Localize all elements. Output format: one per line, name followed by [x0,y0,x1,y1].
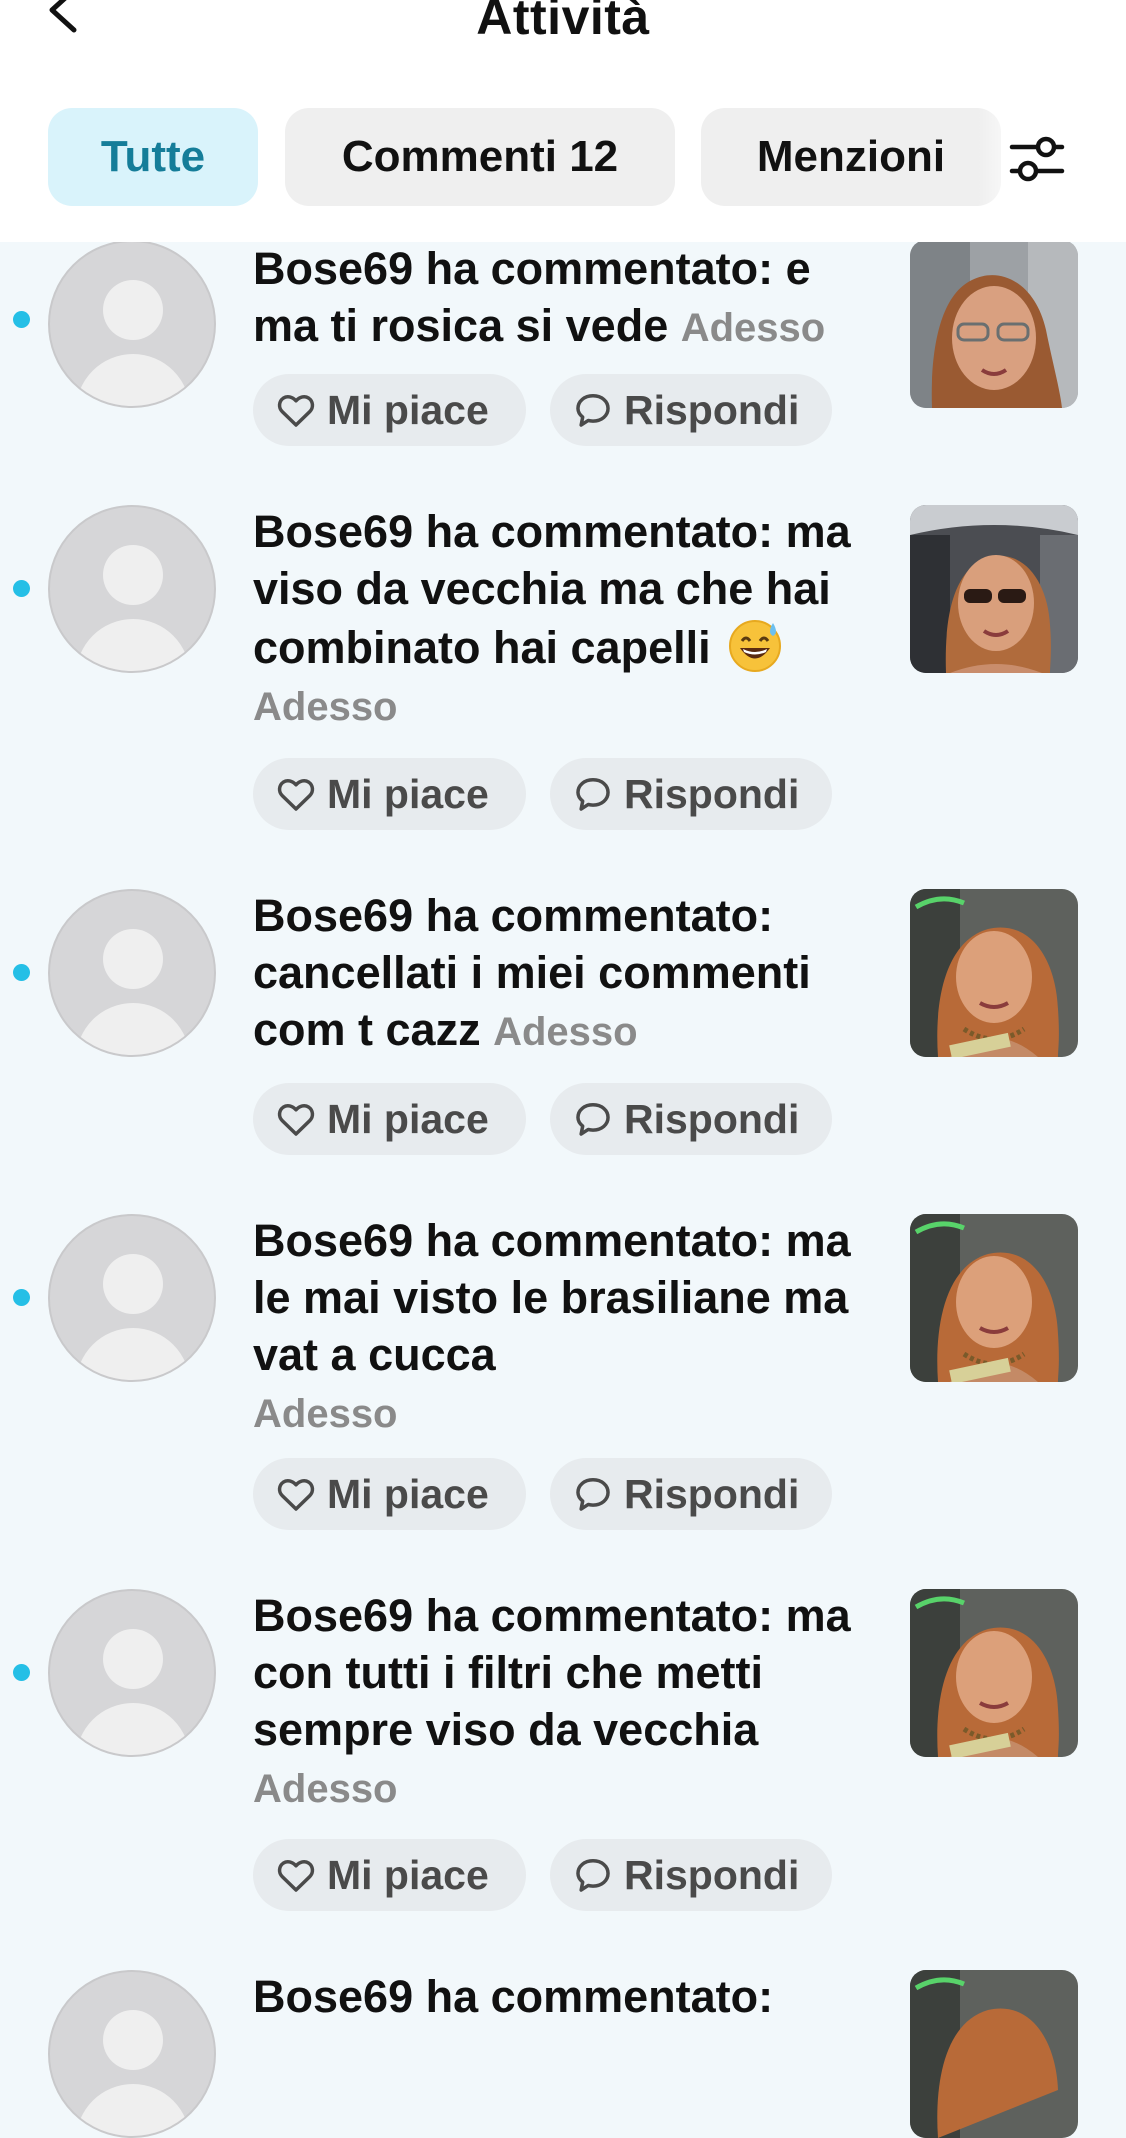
comment-actions: Mi piace Rispondi [253,1839,853,1911]
post-thumbnail[interactable] [910,1970,1078,2138]
unread-dot [13,1289,30,1306]
sliders-icon[interactable] [1008,130,1066,188]
heart-icon [277,1479,315,1511]
reply-label: Rispondi [624,386,800,433]
heart-icon [277,1860,315,1892]
grinning-sweat-emoji-icon [729,620,782,672]
post-thumbnail[interactable] [910,1214,1078,1382]
timestamp: Adesso [493,1010,638,1054]
comment-text: Bose69 ha commentato: cancellati i miei … [253,887,883,1061]
reply-button[interactable]: Rispondi [550,1083,832,1155]
like-label: Mi piace [327,1095,489,1142]
post-thumbnail[interactable] [910,240,1078,408]
reply-label: Rispondi [624,1095,800,1142]
unread-dot [13,964,30,981]
unread-dot [13,311,30,328]
speech-bubble-icon [576,778,610,811]
reply-label: Rispondi [624,1851,800,1898]
comment-text: Bose69 ha commentato: ma con tutti i fil… [253,1587,883,1818]
avatar[interactable] [48,889,216,1057]
app-header: Attività Tutte Commenti 12 Menzioni [0,0,1126,242]
like-button[interactable]: Mi piace [253,758,526,830]
like-label: Mi piace [327,770,489,817]
comment-body: Bose69 ha commentato: ma le mai visto le… [253,1215,851,1380]
tab-label: Menzioni [756,132,946,181]
speech-bubble-icon [576,1859,610,1892]
like-label: Mi piace [327,1851,489,1898]
timestamp: Adesso [253,1392,398,1436]
like-button[interactable]: Mi piace [253,1839,526,1911]
post-thumbnail[interactable] [910,889,1078,1057]
avatar[interactable] [48,240,216,408]
comment-text: Bose69 ha commentato: [253,1968,883,2025]
avatar[interactable] [48,1589,216,1757]
comment-body: Bose69 ha commentato: [253,1971,774,2022]
avatar[interactable] [48,505,216,673]
tab-label: Commenti 12 [341,132,619,181]
reply-label: Rispondi [624,770,800,817]
reply-button[interactable]: Rispondi [550,1839,832,1911]
like-button[interactable]: Mi piace [253,1458,526,1530]
timestamp: Adesso [680,306,826,350]
post-thumbnail[interactable] [910,1589,1078,1757]
reply-button[interactable]: Rispondi [550,1458,832,1530]
comment-actions: Mi piace Rispondi [253,758,853,830]
comment-actions: Mi piace Rispondi [253,374,853,446]
tab-commenti[interactable]: Commenti 12 [285,108,675,206]
heart-icon [277,1104,315,1136]
speech-bubble-icon [576,1478,610,1511]
speech-bubble-icon [576,394,610,427]
heart-icon [277,395,315,427]
tab-label: Tutte [100,132,206,181]
tab-bar: Tutte Commenti 12 Menzioni [48,108,1078,206]
reply-label: Rispondi [624,1470,800,1517]
comment-text: Bose69 ha commentato: e ma ti rosica si … [253,240,883,357]
like-label: Mi piace [327,1470,489,1517]
timestamp: Adesso [253,685,398,729]
reply-button[interactable]: Rispondi [550,374,832,446]
unread-dot [13,1664,30,1681]
avatar[interactable] [48,1970,216,2138]
avatar[interactable] [48,1214,216,1382]
comment-actions: Mi piace Rispondi [253,1083,853,1155]
tab-menzioni[interactable]: Menzioni [701,108,1001,206]
comment-actions: Mi piace Rispondi [253,1458,853,1530]
unread-dot [13,580,30,597]
speech-bubble-icon [576,1103,610,1136]
page-title: Attività [476,0,650,45]
comment-text: Bose69 ha commentato: ma viso da vecchia… [253,503,883,736]
like-button[interactable]: Mi piace [253,1083,526,1155]
timestamp: Adesso [253,1767,398,1811]
tab-tutte[interactable]: Tutte [48,108,258,206]
like-button[interactable]: Mi piace [253,374,526,446]
like-label: Mi piace [327,386,489,433]
post-thumbnail[interactable] [910,505,1078,673]
heart-icon [277,779,315,811]
comment-text: Bose69 ha commentato: ma le mai visto le… [253,1212,883,1443]
comment-body: Bose69 ha commentato: ma con tutti i fil… [253,1590,851,1755]
reply-button[interactable]: Rispondi [550,758,832,830]
